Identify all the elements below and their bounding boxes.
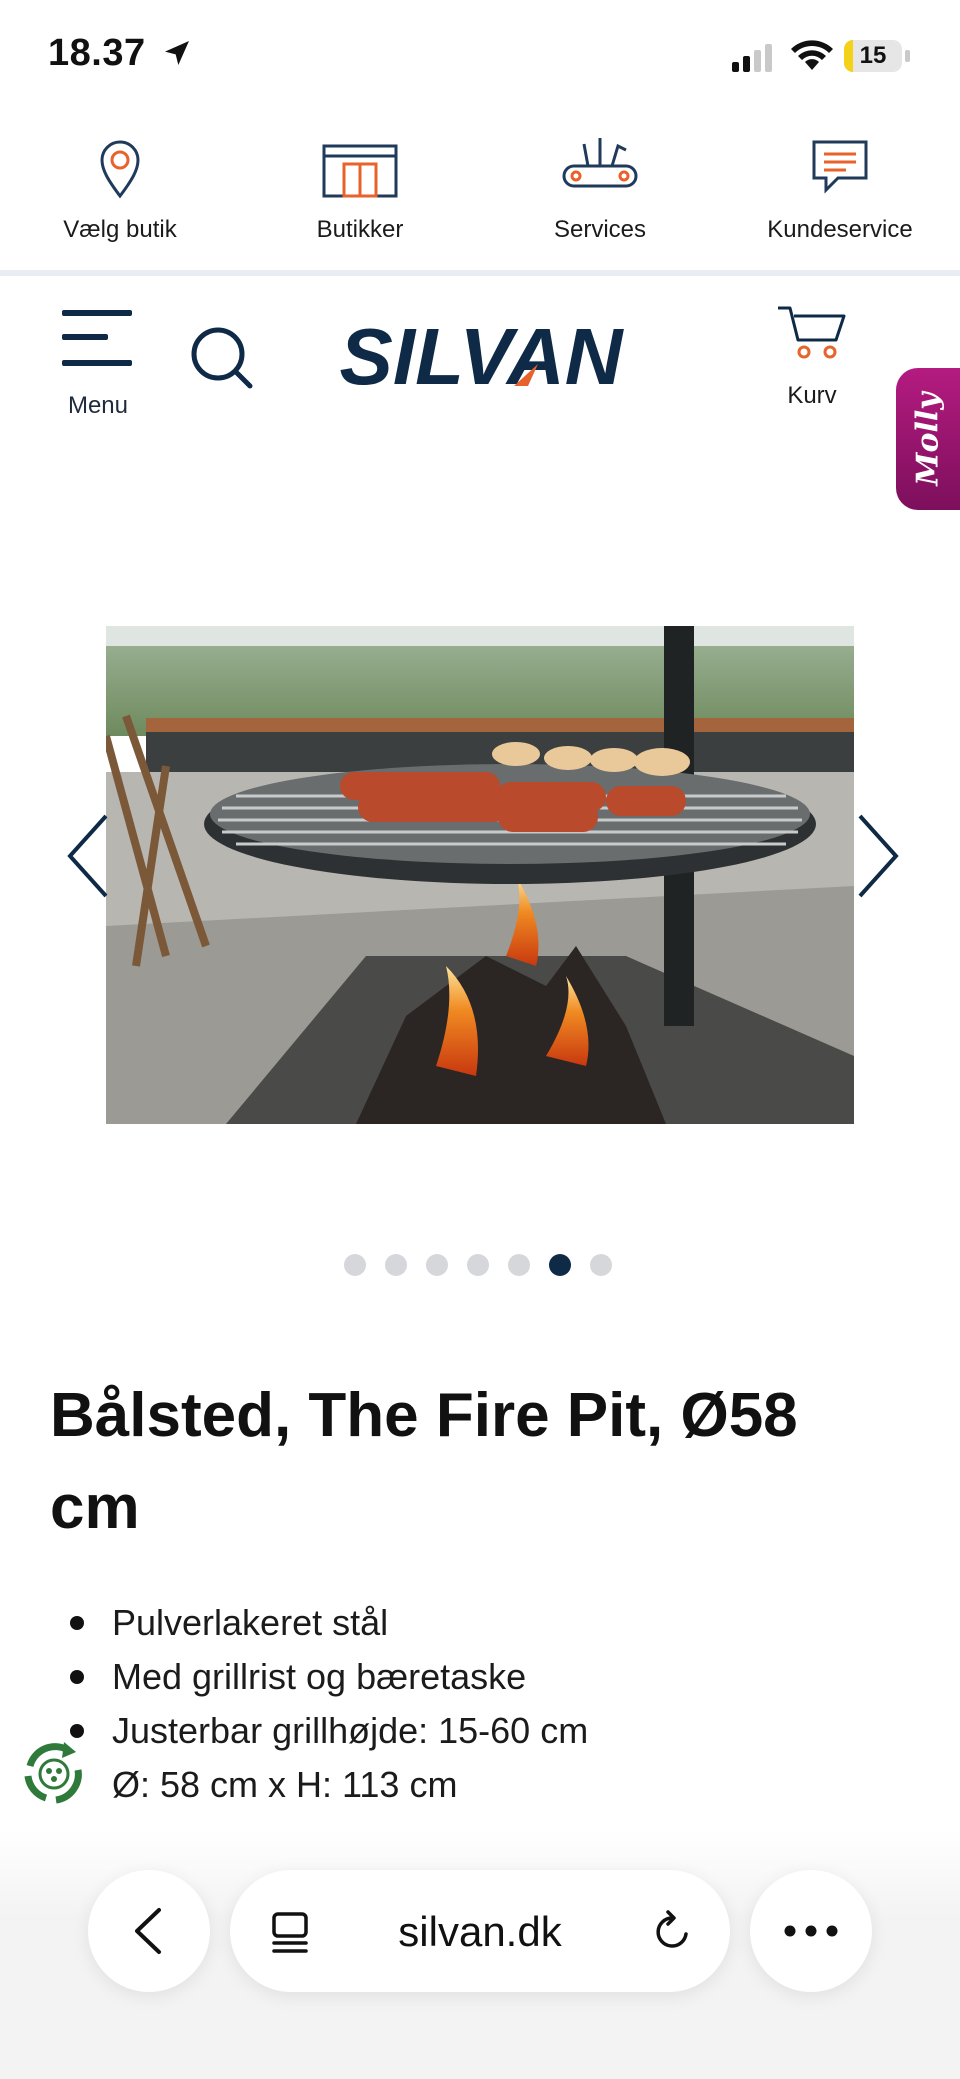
chat-icon: [812, 140, 868, 194]
eco-badge[interactable]: [16, 1736, 92, 1812]
carousel-dot-active[interactable]: [549, 1254, 571, 1276]
feature-list: Pulverlakeret stål Med grillrist og bære…: [60, 1596, 880, 1812]
store-icon: [322, 144, 398, 198]
search-icon: [191, 327, 253, 389]
nav-services[interactable]: Services: [480, 120, 720, 270]
carousel-dot[interactable]: [508, 1254, 530, 1276]
divider: [0, 270, 960, 276]
cart-button[interactable]: Kurv: [770, 300, 854, 420]
more-dots-icon: [784, 1925, 838, 1937]
reload-icon[interactable]: [650, 1910, 694, 1954]
menu-label: Menu: [67, 392, 129, 419]
tools-icon: [562, 138, 638, 188]
product-image[interactable]: [106, 626, 854, 1124]
nav-label: Kundeservice: [767, 216, 913, 243]
wifi-icon: [791, 40, 833, 70]
status-indicators: 15: [720, 32, 960, 82]
status-time: 18.37: [48, 32, 193, 75]
recycle-icon: [20, 1740, 88, 1808]
nav-label: Services: [553, 216, 647, 243]
utility-nav: Vælg butik Butikker Services Kundeservic…: [0, 120, 960, 270]
search-button[interactable]: [186, 322, 258, 394]
feature-item: Ø: 58 cm x H: 113 cm: [60, 1758, 880, 1812]
product-title: Bålsted, The Fire Pit, Ø58 cm: [50, 1381, 798, 1542]
battery-icon: 15: [844, 40, 902, 72]
location-arrow-icon: [164, 41, 189, 65]
nav-label: Vælg butik: [63, 216, 177, 243]
menu-button[interactable]: Menu: [56, 304, 140, 424]
feature-item: Med grillrist og bæretaske: [60, 1650, 880, 1704]
carousel-dot[interactable]: [385, 1254, 407, 1276]
address-bar[interactable]: silvan.dk: [230, 1870, 730, 1992]
molly-label: Molly: [910, 392, 946, 486]
svg-text:SILVAN: SILVAN: [339, 312, 624, 401]
carousel-dot[interactable]: [590, 1254, 612, 1276]
silvan-logo[interactable]: SILVAN: [316, 312, 646, 402]
nav-choose-store[interactable]: Vælg butik: [0, 120, 240, 270]
battery-level: 15: [859, 42, 887, 69]
logo-mark: SILVAN: [339, 312, 624, 401]
more-button[interactable]: [750, 1870, 872, 1992]
feature-item: Justerbar grillhøjde: 15-60 cm: [60, 1704, 880, 1758]
carousel-dots: [344, 1254, 624, 1278]
nav-customer-service[interactable]: Kundeservice: [720, 120, 960, 270]
carousel-dot[interactable]: [467, 1254, 489, 1276]
next-arrow-icon[interactable]: [846, 806, 906, 906]
signal-icon: [732, 44, 772, 72]
cart-label: Kurv: [787, 382, 837, 409]
previous-arrow-icon[interactable]: [60, 806, 120, 906]
hamburger-icon: [62, 310, 132, 366]
location-pin-icon: [100, 140, 140, 199]
fire-pit-photo: [106, 626, 854, 1124]
back-button[interactable]: [88, 1870, 210, 1992]
carousel-dot[interactable]: [426, 1254, 448, 1276]
cart-icon: [778, 306, 846, 359]
nav-stores[interactable]: Butikker: [240, 120, 480, 270]
nav-label: Butikker: [316, 216, 404, 243]
feature-item: Pulverlakeret stål: [60, 1596, 880, 1650]
carousel-dot[interactable]: [344, 1254, 366, 1276]
chevron-left-icon: [135, 1908, 161, 1954]
molly-chat-widget[interactable]: Molly: [896, 368, 960, 510]
